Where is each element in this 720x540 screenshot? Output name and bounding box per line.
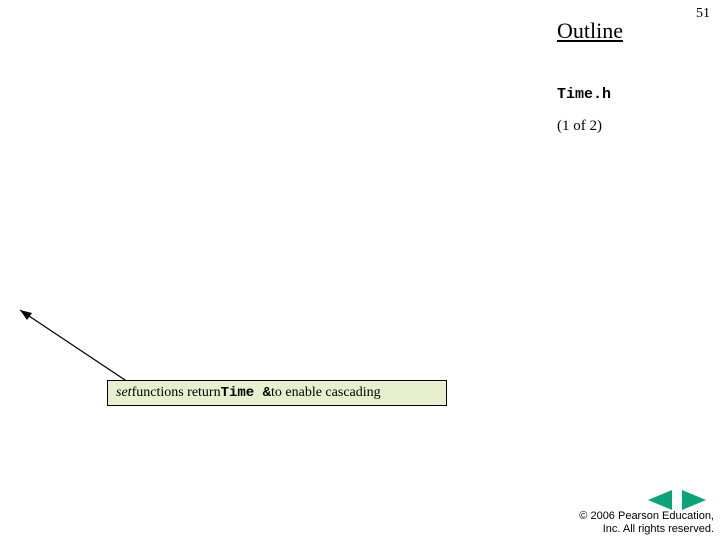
page-number: 51 xyxy=(696,6,710,22)
copyright: © 2006 Pearson Education, Inc. All right… xyxy=(579,510,714,536)
prev-button[interactable] xyxy=(648,490,672,510)
callout-code: Time & xyxy=(221,385,271,401)
next-button[interactable] xyxy=(682,490,706,510)
outline-filename: Time.h xyxy=(557,86,611,103)
copyright-line2: Inc. All rights reserved. xyxy=(603,523,714,535)
callout-suffix: to enable cascading xyxy=(271,385,381,401)
copyright-line1: © 2006 Pearson Education, xyxy=(579,510,714,522)
outline-page-indicator: (1 of 2) xyxy=(557,118,602,135)
callout-box: set functions return Time & to enable ca… xyxy=(107,380,447,406)
callout-mid: functions return xyxy=(132,385,221,401)
callout-prefix: set xyxy=(116,385,132,401)
callout-arrow xyxy=(10,300,170,390)
outline-heading: Outline xyxy=(557,18,623,44)
nav-controls xyxy=(648,490,706,510)
slide: 51 Outline Time.h (1 of 2) set functions… xyxy=(0,0,720,540)
